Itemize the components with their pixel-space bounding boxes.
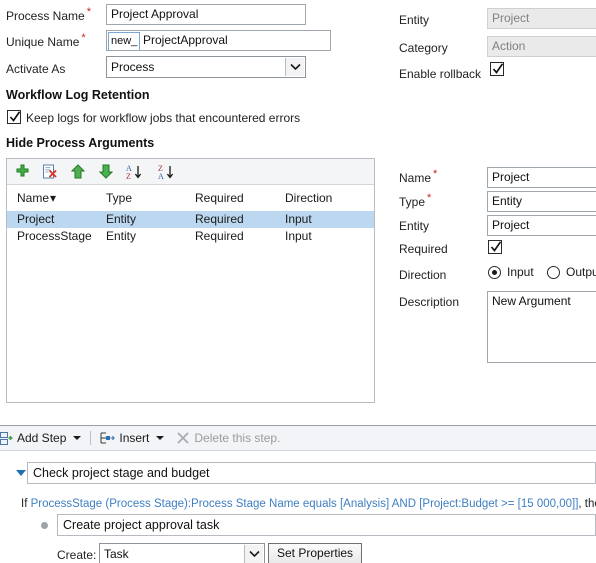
delete-step-label: Delete this step. [194,431,281,445]
insert-label: Insert [119,431,150,445]
create-entity-select[interactable]: Task [99,543,265,563]
radio-label-input: Input [507,265,534,279]
cell-type: Entity [106,229,137,243]
enable-rollback-label: Enable rollback [399,67,482,81]
cell-name: ProcessStage [17,229,92,243]
cell-direction: Input [285,229,312,243]
column-header-name[interactable]: Name▾ [17,191,56,205]
entity-readonly-field: Project [487,8,596,29]
svg-text:Z: Z [126,172,131,180]
child-step-input[interactable]: Create project approval task [57,514,596,536]
argument-required-label: Required [399,242,448,256]
cell-name: Project [17,212,55,226]
table-row[interactable]: ProcessStage Entity Required Input [7,228,374,245]
process-name-input[interactable]: Project Approval [106,4,306,25]
argument-entity-select[interactable]: Project [487,215,596,236]
required-asterisk: * [433,168,438,180]
enable-rollback-checkbox[interactable] [490,62,504,76]
column-header-direction[interactable]: Direction [285,191,332,205]
sort-za-icon[interactable]: Z A [157,163,179,181]
chevron-down-icon[interactable] [73,436,82,440]
radio-output-unselected[interactable] [547,265,560,279]
sort-az-icon[interactable]: A Z [125,163,147,181]
set-properties-button[interactable]: Set Properties [268,543,363,563]
step-condition-text: If ProcessStage (Process Stage):Process … [21,498,596,510]
delete-document-icon[interactable] [41,163,59,181]
create-label: Create: [57,548,97,562]
condition-suffix: , then: [578,498,596,510]
insert-button[interactable]: Insert [96,426,168,451]
unique-name-label: Unique Name * [6,32,86,50]
step-toolbar: Add Step Insert Delete this step. [0,426,596,451]
chevron-down-icon[interactable] [285,58,304,76]
chevron-down-icon[interactable] [156,436,165,440]
toolbar-separator [90,431,92,445]
argument-name-input[interactable]: Project [487,167,596,188]
category-label: Category [399,41,448,55]
direction-radio-input[interactable]: Input [488,265,534,279]
cell-direction: Input [285,212,312,226]
required-asterisk: * [427,192,432,204]
unique-name-value: ProjectApproval [143,33,228,47]
child-step-bullet-icon [41,522,48,529]
arguments-toolbar: A Z Z A [7,159,374,185]
activate-as-value: Process [111,60,155,74]
arrow-up-icon[interactable] [69,163,87,181]
sort-caret-icon: ▾ [50,191,57,205]
add-step-icon [0,431,13,445]
argument-type-label: Type * [399,192,432,210]
insert-icon [100,432,116,445]
argument-required-checkbox[interactable] [488,240,502,254]
process-editor-page: Process Name * Project Approval Unique Na… [0,0,596,563]
step-expander-icon[interactable] [16,470,26,476]
category-readonly-field: Action [487,36,596,57]
argument-description-textarea[interactable]: New Argument [487,291,596,363]
arguments-grid-panel: A Z Z A Name▾ Type Required Direction Pr… [6,158,375,403]
step-designer-area: Check project stage and budget If Proces… [0,451,596,563]
unique-name-input[interactable]: new_ ProjectApproval [106,30,331,51]
chevron-down-icon[interactable] [244,545,263,563]
add-step-label: Add Step [17,431,67,445]
arguments-grid-body: Project Entity Required Input ProcessSta… [7,211,374,402]
arrow-down-icon[interactable] [97,163,115,181]
activate-as-label: Activate As [6,62,66,76]
argument-name-label: Name * [399,168,438,186]
x-icon [176,431,190,445]
arguments-grid-header: Name▾ Type Required Direction [7,185,374,211]
cell-required: Required [195,229,244,243]
keep-logs-label: Keep logs for workflow jobs that encount… [26,111,301,125]
radio-input-selected[interactable] [488,265,501,279]
argument-description-label: Description [399,295,460,309]
step-title-input[interactable]: Check project stage and budget [27,462,596,484]
keep-logs-checkbox[interactable] [7,110,21,124]
plus-icon[interactable] [13,163,31,181]
direction-radio-output[interactable]: Output [547,265,596,279]
log-retention-heading: Workflow Log Retention [6,88,150,102]
add-step-button[interactable]: Add Step [0,426,85,451]
svg-text:A: A [158,172,164,180]
delete-step-button: Delete this step. [168,426,284,451]
cell-type: Entity [106,212,137,226]
entity-label: Entity [399,13,430,27]
radio-label-output: Output [566,265,596,279]
create-entity-value: Task [104,547,129,561]
unique-name-prefix: new_ [108,32,140,50]
argument-direction-label: Direction [399,268,447,282]
argument-entity-label: Entity [399,219,430,233]
required-asterisk: * [81,32,86,44]
condition-expression: ProcessStage (Process Stage):Process Sta… [30,498,579,510]
activate-as-select[interactable]: Process [106,56,306,78]
required-asterisk: * [86,6,91,18]
column-header-type[interactable]: Type [106,191,132,205]
table-row[interactable]: Project Entity Required Input [7,211,374,228]
cell-required: Required [195,212,244,226]
condition-prefix: If [21,498,31,510]
column-header-required[interactable]: Required [195,191,244,205]
process-arguments-heading: Hide Process Arguments [6,136,155,150]
process-name-label: Process Name * [6,6,91,24]
argument-type-select[interactable]: Entity [487,191,596,212]
